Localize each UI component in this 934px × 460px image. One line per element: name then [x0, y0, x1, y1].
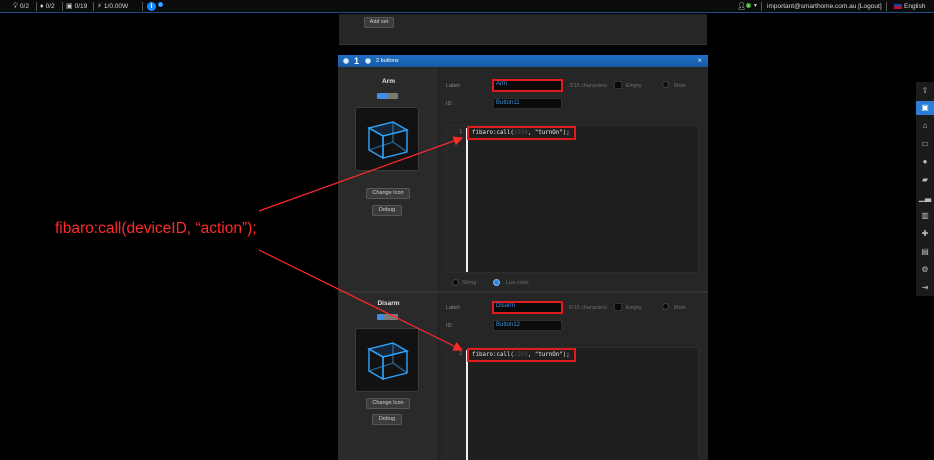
arrow-to-arm-code: [258, 136, 464, 212]
arrow-to-disarm-code: [258, 249, 464, 351]
annotation-arrows: [258, 136, 464, 351]
